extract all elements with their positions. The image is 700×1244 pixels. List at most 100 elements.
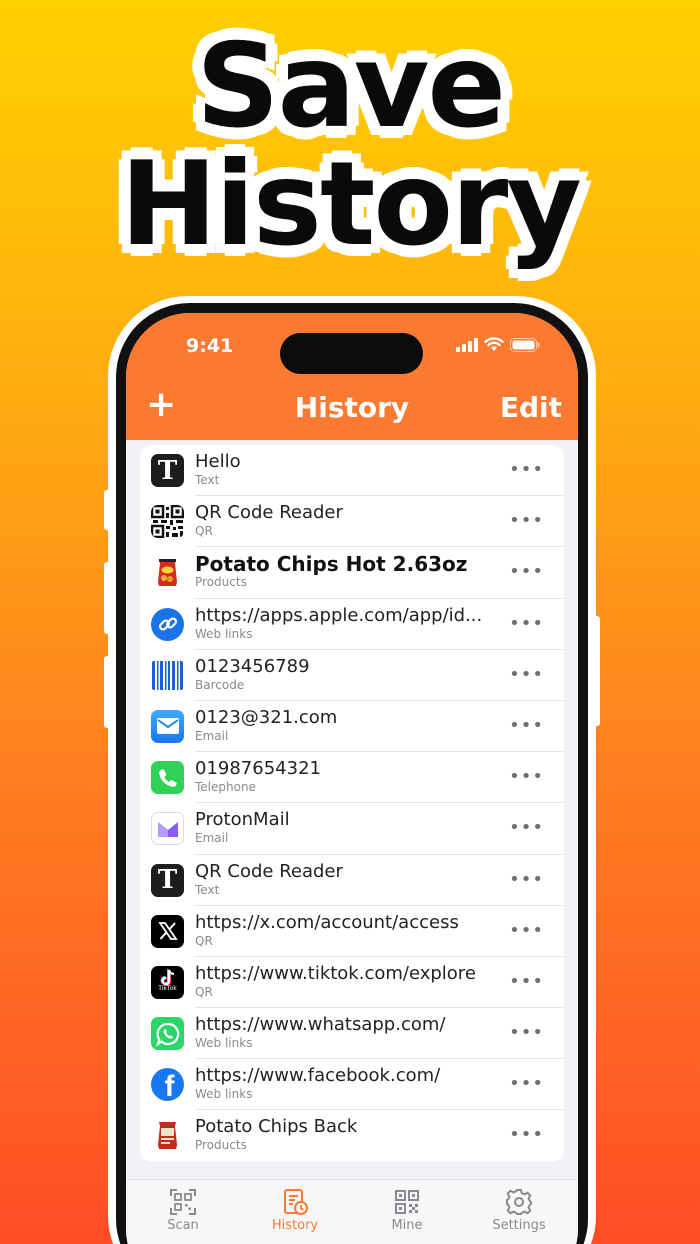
headline-line-1: Save bbox=[195, 19, 506, 154]
list-item[interactable]: https://x.com/account/access QR ••• bbox=[140, 906, 564, 957]
tab-label: Settings bbox=[492, 1218, 546, 1233]
item-title: https://x.com/account/access bbox=[195, 911, 459, 933]
more-button[interactable]: ••• bbox=[509, 716, 544, 735]
more-button[interactable]: ••• bbox=[509, 921, 544, 940]
navigation-bar: 9:41 + History Edit bbox=[126, 313, 578, 440]
x-logo-icon bbox=[151, 914, 184, 948]
item-title: QR Code Reader bbox=[195, 502, 343, 524]
item-type: Web links bbox=[195, 626, 253, 641]
item-type: Text bbox=[195, 473, 220, 487]
tab-history[interactable]: History bbox=[250, 1188, 340, 1233]
tab-bar: Scan History Mine Settings bbox=[126, 1179, 578, 1244]
tiktok-icon: TikTok bbox=[151, 965, 184, 999]
more-button[interactable]: ••• bbox=[509, 972, 544, 991]
dynamic-island bbox=[280, 333, 423, 374]
item-type: Telephone bbox=[195, 780, 256, 795]
chips-bag-icon bbox=[151, 1119, 184, 1153]
list-item[interactable]: https://apps.apple.com/app/id... Web link… bbox=[140, 599, 564, 650]
history-icon bbox=[284, 1189, 308, 1215]
battery-icon bbox=[510, 337, 540, 352]
scan-icon bbox=[170, 1189, 196, 1215]
more-button[interactable]: ••• bbox=[509, 1075, 544, 1093]
tab-label: Mine bbox=[391, 1218, 423, 1233]
tab-settings[interactable]: Settings bbox=[474, 1188, 564, 1233]
tab-label: Scan bbox=[167, 1218, 199, 1233]
headline: Save History bbox=[0, 28, 700, 264]
item-type: Web links bbox=[195, 1087, 253, 1102]
item-type: Email bbox=[195, 831, 229, 846]
facebook-icon: f bbox=[151, 1068, 184, 1102]
item-title: 0123456789 bbox=[195, 655, 310, 677]
list-item[interactable]: T Hello Text ••• bbox=[140, 445, 564, 497]
item-title: 0123@321.com bbox=[195, 706, 338, 728]
tab-label: History bbox=[271, 1218, 319, 1233]
phone-side-button bbox=[592, 616, 600, 726]
status-time: 9:41 bbox=[186, 335, 234, 357]
chips-bag-icon bbox=[151, 556, 184, 590]
more-button[interactable]: ••• bbox=[509, 1126, 544, 1144]
whatsapp-icon bbox=[151, 1017, 184, 1051]
list-item[interactable]: 0123@321.com Email ••• bbox=[140, 701, 564, 753]
list-item[interactable]: Potato Chips Hot 2.63oz Products ••• bbox=[140, 547, 564, 599]
item-type: Web links bbox=[195, 1036, 253, 1051]
tab-mine[interactable]: Mine bbox=[362, 1188, 452, 1233]
barcode-icon bbox=[151, 658, 184, 692]
phone-screen: 9:41 + History Edit T Hello Text ••• QR … bbox=[126, 313, 578, 1244]
item-type: Products bbox=[195, 575, 247, 590]
phone-side-button bbox=[104, 656, 112, 728]
more-button[interactable]: ••• bbox=[509, 665, 544, 684]
list-item[interactable]: ProtonMail Email ••• bbox=[140, 803, 564, 855]
more-button[interactable]: ••• bbox=[509, 614, 544, 633]
status-icons bbox=[456, 337, 540, 352]
tab-scan[interactable]: Scan bbox=[138, 1188, 228, 1233]
list-item[interactable]: f https://www.facebook.com/Web links ••• bbox=[140, 1059, 564, 1111]
list-item[interactable]: 0123456789 Barcode ••• bbox=[140, 650, 564, 701]
headline-line-2: History bbox=[120, 137, 582, 272]
phone-side-button bbox=[104, 490, 112, 530]
signal-icon bbox=[456, 337, 478, 352]
wifi-icon bbox=[484, 337, 504, 351]
more-button[interactable]: ••• bbox=[509, 461, 544, 479]
list-item[interactable]: Potato Chips Back Products ••• bbox=[140, 1110, 564, 1161]
more-button[interactable]: ••• bbox=[509, 512, 544, 530]
item-type: Products bbox=[195, 1138, 247, 1153]
item-title: 01987654321 bbox=[195, 758, 321, 780]
item-type: Email bbox=[195, 728, 229, 743]
item-title: https://www.facebook.com/ bbox=[195, 1065, 441, 1087]
history-list: T Hello Text ••• QR Code Reader QR ••• P… bbox=[140, 445, 564, 1162]
item-type: QR bbox=[195, 933, 213, 948]
list-item[interactable]: T QR Code Reader Text ••• bbox=[140, 855, 564, 906]
link-icon bbox=[151, 607, 184, 641]
mail-icon bbox=[151, 709, 184, 743]
mine-icon bbox=[395, 1190, 419, 1214]
item-title: https://www.whatsapp.com/ bbox=[195, 1014, 446, 1036]
list-item[interactable]: QR Code Reader QR ••• bbox=[140, 496, 564, 548]
item-type: QR bbox=[195, 524, 213, 539]
list-item[interactable]: 01987654321 Telephone ••• bbox=[140, 752, 564, 804]
text-icon: T bbox=[151, 863, 184, 897]
item-type: Text bbox=[195, 882, 220, 897]
edit-button[interactable]: Edit bbox=[500, 391, 562, 424]
more-button[interactable]: ••• bbox=[509, 563, 544, 581]
list-item[interactable]: https://www.whatsapp.com/Web links ••• bbox=[140, 1008, 564, 1060]
item-title: https://www.tiktok.com/explore bbox=[195, 962, 476, 984]
list-item[interactable]: TikTok https://www.tiktok.com/explore QR … bbox=[140, 957, 564, 1009]
text-icon: T bbox=[151, 454, 184, 487]
qr-code-icon bbox=[151, 505, 184, 539]
gear-icon bbox=[506, 1189, 532, 1215]
item-title: Hello bbox=[195, 451, 241, 472]
item-type: Barcode bbox=[195, 677, 245, 692]
item-title: QR Code Reader bbox=[195, 860, 343, 882]
more-button[interactable]: ••• bbox=[509, 768, 544, 786]
item-title: Potato Chips Back bbox=[195, 1116, 358, 1138]
more-button[interactable]: ••• bbox=[509, 870, 544, 889]
phone-icon bbox=[151, 761, 184, 795]
protonmail-icon bbox=[151, 812, 184, 846]
phone-side-button bbox=[104, 562, 112, 634]
item-title: Potato Chips Hot 2.63oz bbox=[195, 553, 468, 576]
more-button[interactable]: ••• bbox=[509, 819, 544, 837]
more-button[interactable]: ••• bbox=[509, 1024, 544, 1042]
item-title: https://apps.apple.com/app/id... bbox=[195, 604, 483, 626]
item-title: ProtonMail bbox=[195, 809, 290, 831]
item-type: QR bbox=[195, 984, 213, 999]
